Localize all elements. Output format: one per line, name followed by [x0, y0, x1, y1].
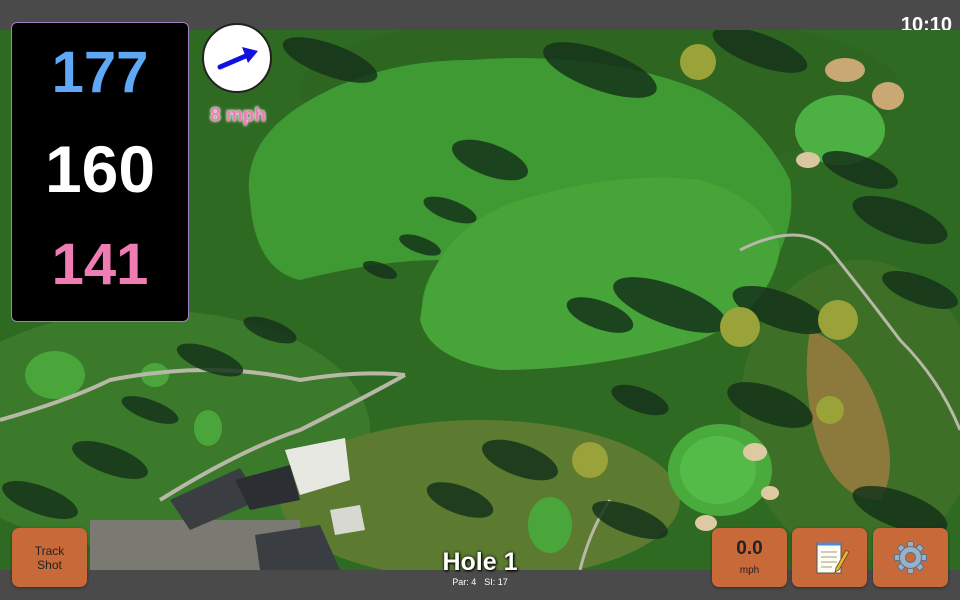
hole-par: Par: 4 — [452, 577, 477, 587]
notepad-icon — [816, 542, 850, 574]
wind-indicator — [202, 23, 272, 93]
speed-button[interactable]: 0.0 mph — [712, 528, 787, 587]
hole-title: Hole 1 — [442, 548, 518, 576]
distance-back: 177 — [51, 40, 149, 105]
speed-unit: mph — [739, 565, 760, 576]
track-shot-button[interactable]: Track Shot — [12, 528, 87, 587]
gear-icon — [894, 541, 927, 574]
distance-front: 141 — [51, 232, 149, 297]
speed-value: 0.0 — [736, 538, 763, 559]
arrow-icon — [217, 47, 258, 70]
distance-middle: 160 — [44, 132, 156, 206]
distance-panel: 177 160 141 — [11, 22, 189, 322]
track-shot-label-line1: Track — [34, 544, 65, 558]
settings-button[interactable] — [873, 528, 948, 587]
wind-speed: 8 mph — [210, 105, 266, 126]
hole-info: Par: 4 SI: 17 — [380, 577, 580, 587]
notes-button[interactable] — [792, 528, 867, 587]
hole-stroke-index: SI: 17 — [484, 577, 508, 587]
track-shot-label-line2: Shot — [37, 558, 62, 572]
